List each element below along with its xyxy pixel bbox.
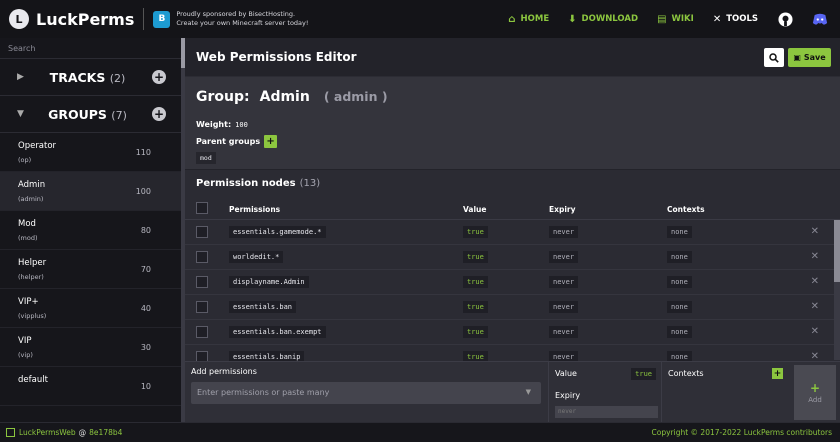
group-weight: Weight: 100	[196, 120, 248, 129]
value-toggle[interactable]: true	[631, 368, 656, 380]
row-checkbox[interactable]	[196, 301, 208, 313]
table-row[interactable]: essentials.gamemode.* true never none ✕	[185, 220, 835, 245]
column-permissions[interactable]: Permissions	[229, 205, 280, 214]
logo[interactable]: L LuckPerms	[9, 9, 134, 29]
sidebar-item-operator[interactable]: Operator (op) 110	[0, 133, 183, 172]
book-icon: ▤	[657, 13, 667, 25]
download-icon: ⬇	[568, 13, 577, 25]
sidebar: Search ▶ TRACKS (2) + ▼ GROUPS (7) + Ope…	[0, 38, 183, 422]
table-row[interactable]: displayname.Admin true never none ✕	[185, 270, 835, 295]
add-button[interactable]: + Add	[794, 365, 836, 420]
row-checkbox[interactable]	[196, 251, 208, 263]
table-header: Permissions Value Expiry Contexts	[185, 198, 840, 220]
add-permission-input[interactable]: Enter permissions or paste many ▼	[191, 382, 541, 404]
home-icon: ⌂	[508, 13, 516, 25]
sidebar-search-input[interactable]: Search	[0, 38, 183, 59]
sponsor-line-1: Proudly sponsored by BisectHosting.	[176, 10, 296, 18]
delete-row-icon[interactable]: ✕	[811, 226, 819, 237]
expiry-label: Expiry	[555, 391, 581, 400]
footer-version[interactable]: LuckPermsWeb @8e178b4	[6, 428, 122, 437]
sidebar-item-admin[interactable]: Admin (admin) 100	[0, 172, 183, 211]
sidebar-item-default[interactable]: default 10	[0, 367, 183, 406]
nav-wiki[interactable]: ▤ WIKI	[657, 14, 694, 25]
permission-nodes-title: Permission nodes (13)	[196, 178, 321, 189]
delete-row-icon[interactable]: ✕	[811, 251, 819, 262]
sidebar-item-vipplus[interactable]: VIP+ (vipplus) 40	[0, 289, 183, 328]
row-checkbox[interactable]	[196, 326, 208, 338]
luckperms-small-icon	[6, 428, 15, 437]
sidebar-item-vip[interactable]: VIP (vip) 30	[0, 328, 183, 367]
value-label: Value	[555, 369, 577, 378]
table-row[interactable]: essentials.ban true never none ✕	[185, 295, 835, 320]
contexts-label: Contexts	[668, 369, 704, 378]
add-value-field-group: Value true Expiry never	[548, 362, 661, 423]
bisecthosting-logo-icon: B	[153, 10, 171, 28]
tools-icon: ✕	[712, 13, 722, 25]
select-all-checkbox[interactable]	[196, 202, 208, 214]
table-row[interactable]: worldedit.* true never none ✕	[185, 245, 835, 270]
discord-icon[interactable]	[812, 11, 828, 27]
save-icon: ▣	[793, 53, 801, 62]
sponsor-line-2: Create your own Minecraft server today!	[176, 19, 309, 27]
add-group-icon[interactable]: +	[152, 107, 166, 121]
app-name: LuckPerms	[36, 9, 135, 29]
add-parent-button[interactable]: +	[264, 135, 278, 148]
sidebar-item-mod[interactable]: Mod (mod) 80	[0, 211, 183, 250]
collapse-arrow-icon: ▼	[17, 109, 24, 119]
column-value[interactable]: Value	[463, 205, 486, 214]
top-nav: ⌂ HOME ⬇ DOWNLOAD ▤ WIKI ✕ TOOLS	[508, 0, 840, 38]
nav-download[interactable]: ⬇ DOWNLOAD	[568, 14, 638, 25]
divider	[143, 8, 145, 30]
page-title: Web Permissions Editor	[196, 50, 357, 64]
group-info-panel: Group: Admin( admin ) Weight: 100 Parent g…	[185, 77, 840, 169]
delete-row-icon[interactable]: ✕	[811, 301, 819, 312]
table-row[interactable]: essentials.ban.exempt true never none ✕	[185, 320, 835, 345]
add-context-button[interactable]: +	[772, 368, 783, 379]
footer-copyright[interactable]: Copyright © 2017-2022 LuckPerms contribu…	[652, 428, 832, 437]
delete-row-icon[interactable]: ✕	[811, 326, 819, 337]
search-icon	[769, 52, 779, 63]
add-permission-field-group: Add permissions Enter permissions or pas…	[185, 362, 545, 423]
add-contexts-field-group: Contexts +	[661, 362, 789, 423]
sidebar-item-helper[interactable]: Helper (helper) 70	[0, 250, 183, 289]
row-checkbox[interactable]	[196, 226, 208, 238]
footer: LuckPermsWeb @8e178b4 Copyright © 2017-20…	[0, 422, 840, 442]
parent-groups: Parent groups +	[196, 135, 278, 148]
github-icon[interactable]	[777, 11, 793, 27]
nav-home[interactable]: ⌂ HOME	[508, 14, 549, 25]
weight-value[interactable]: 100	[235, 121, 248, 129]
group-id: ( admin )	[323, 89, 388, 104]
table-scrollbar-thumb[interactable]	[834, 220, 840, 282]
add-permissions-label: Add permissions	[191, 367, 257, 376]
editor-header: Web Permissions Editor ▣ Save	[185, 38, 840, 77]
luckperms-logo-icon: L	[9, 9, 29, 29]
top-bar: L LuckPerms B Proudly sponsored by Bisec…	[0, 0, 840, 38]
sponsor-banner[interactable]: B Proudly sponsored by BisectHosting. Cr…	[153, 10, 308, 28]
group-name[interactable]: Admin	[260, 89, 310, 105]
plus-icon: +	[809, 380, 821, 395]
search-button[interactable]	[764, 48, 784, 67]
nav-tools[interactable]: ✕ TOOLS	[713, 14, 758, 25]
group-heading: Group: Admin( admin )	[196, 89, 388, 105]
save-button[interactable]: ▣ Save	[788, 48, 831, 67]
expiry-input[interactable]: never	[555, 406, 658, 418]
parent-group-chip[interactable]: mod	[196, 152, 216, 164]
add-permissions-panel: Add permissions Enter permissions or pas…	[185, 361, 840, 423]
dropdown-caret-icon[interactable]: ▼	[526, 388, 531, 396]
delete-row-icon[interactable]: ✕	[811, 276, 819, 287]
column-contexts[interactable]: Contexts	[667, 205, 705, 214]
groups-section-header[interactable]: ▼ GROUPS (7) +	[0, 96, 183, 133]
tracks-section-header[interactable]: ▶ TRACKS (2) +	[0, 59, 183, 96]
column-expiry[interactable]: Expiry	[549, 205, 576, 214]
row-checkbox[interactable]	[196, 276, 208, 288]
add-track-icon[interactable]: +	[152, 70, 166, 84]
expand-arrow-icon: ▶	[17, 72, 24, 82]
